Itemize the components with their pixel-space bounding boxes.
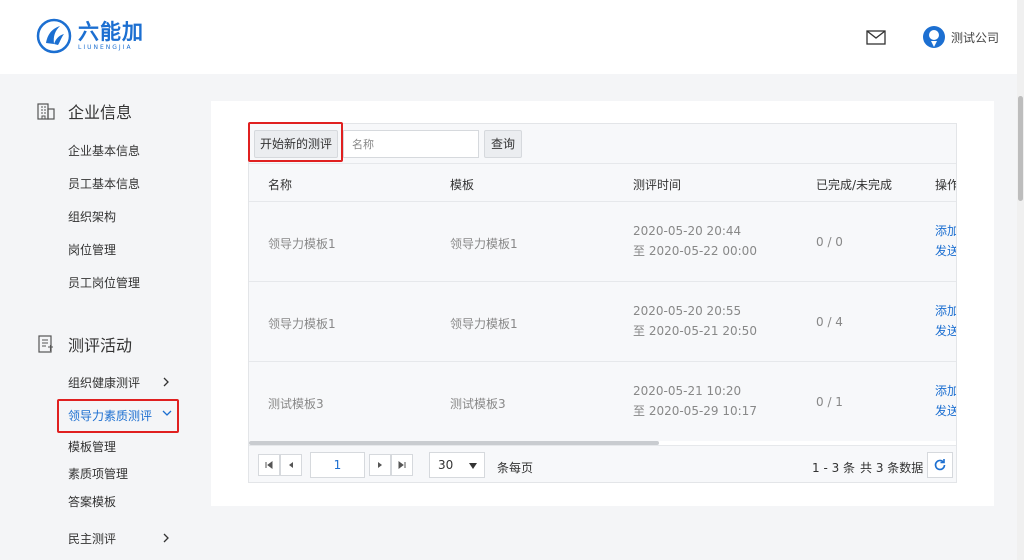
cell-template: 测试模板3 (450, 397, 506, 411)
chevron-right-icon[interactable] (162, 377, 170, 387)
sidebar-item-employee-info[interactable]: 员工基本信息 (68, 175, 140, 192)
vertical-scrollbar[interactable] (1017, 0, 1024, 560)
time-end: 至 2020-05-29 10:17 (633, 404, 757, 418)
time-start: 2020-05-21 10:20 (633, 384, 742, 398)
avatar-icon[interactable] (922, 25, 946, 49)
cell-actions: 添加 发送 (935, 301, 956, 341)
table-row: 领导力模板1 领导力模板1 2020-05-20 20:44 至 2020-05… (249, 202, 956, 282)
prev-page-button[interactable] (280, 454, 302, 476)
scrollbar-thumb[interactable] (1018, 96, 1023, 201)
sidebar-subitem-competencies[interactable]: 素质项管理 (68, 465, 128, 482)
pagination-bar: 30 条每页 1 - 3 条 共 3 条数据 (249, 445, 956, 482)
sidebar-section-assessment: 测评活动 (36, 332, 132, 356)
column-header-template: 模板 (450, 178, 475, 192)
sidebar-section-title: 企业信息 (68, 103, 133, 122)
column-header-name: 名称 (268, 178, 293, 192)
column-header-actions: 操作 (935, 178, 957, 192)
cell-status: 0 / 1 (816, 395, 843, 409)
cell-template: 领导力模板1 (450, 317, 518, 331)
time-start: 2020-05-20 20:44 (633, 224, 742, 238)
table-row: 测试模板3 测试模板3 2020-05-21 10:20 至 2020-05-2… (249, 362, 956, 442)
per-page-label: 条每页 (497, 461, 534, 475)
next-page-icon (378, 462, 382, 468)
sidebar-item-org-structure[interactable]: 组织架构 (68, 208, 116, 225)
sidebar-item-enterprise-info[interactable]: 企业基本信息 (68, 142, 140, 159)
next-page-button[interactable] (369, 454, 391, 476)
cell-actions: 添加 发送 (935, 381, 956, 421)
logo-subtext: LIUNENGJIA (78, 43, 133, 51)
add-link[interactable]: 添加 (935, 301, 956, 321)
add-link[interactable]: 添加 (935, 221, 956, 241)
time-end: 至 2020-05-21 20:50 (633, 324, 757, 338)
cell-time: 2020-05-20 20:55 至 2020-05-21 20:50 (633, 301, 757, 341)
table-toolbar: 开始新的测评 查询 (249, 124, 956, 164)
cell-name: 领导力模板1 (268, 317, 336, 331)
table-header: 名称 模板 测评时间 已完成/未完成 操作 (249, 164, 957, 202)
page-number-input[interactable] (310, 452, 365, 478)
mail-icon[interactable] (866, 30, 886, 45)
sidebar-subitem-templates[interactable]: 模板管理 (68, 438, 116, 455)
cell-actions: 添加 发送 (935, 221, 956, 261)
highlight-box-leadership (57, 399, 179, 433)
sidebar-item-positions[interactable]: 岗位管理 (68, 241, 116, 258)
last-page-button[interactable] (391, 454, 413, 476)
sidebar-item-employee-positions[interactable]: 员工岗位管理 (68, 274, 140, 291)
sidebar-item-org-health[interactable]: 组织健康测评 (68, 374, 140, 391)
table-row: 领导力模板1 领导力模板1 2020-05-20 20:55 至 2020-05… (249, 282, 956, 362)
company-name[interactable]: 测试公司 (951, 29, 999, 46)
highlight-box-start-button (248, 122, 343, 162)
cell-status: 0 / 4 (816, 315, 843, 329)
sidebar-subitem-answer-templates[interactable]: 答案模板 (68, 493, 116, 510)
cell-status: 0 / 0 (816, 235, 843, 249)
range-label: 1 - 3 条 (812, 461, 856, 475)
page-size-value: 30 (438, 458, 454, 472)
clipboard-icon (38, 335, 53, 353)
send-link[interactable]: 发送 (935, 401, 956, 421)
cell-template: 领导力模板1 (450, 237, 518, 251)
send-link[interactable]: 发送 (935, 241, 956, 261)
prev-page-icon (289, 462, 293, 468)
logo-text: 六能加 (78, 19, 144, 44)
time-end: 至 2020-05-22 00:00 (633, 244, 757, 258)
top-header: 六能加 LIUNENGJIA 测试公司 (0, 0, 1024, 74)
refresh-button[interactable] (927, 452, 953, 478)
assessment-table: 开始新的测评 查询 名称 模板 测评时间 已完成/未完成 操作 领导力模板1 领… (248, 123, 957, 483)
chevron-right-icon[interactable] (162, 533, 170, 543)
name-search-input[interactable] (343, 130, 479, 158)
cell-name: 领导力模板1 (268, 237, 336, 251)
first-page-button[interactable] (258, 454, 280, 476)
sidebar-section-title: 测评活动 (68, 336, 133, 355)
first-page-icon (265, 461, 273, 469)
logo-icon (36, 18, 72, 54)
cell-name: 测试模板3 (268, 397, 324, 411)
total-label: 共 3 条数据 (860, 461, 924, 475)
column-header-time: 测评时间 (633, 178, 682, 192)
cell-time: 2020-05-20 20:44 至 2020-05-22 00:00 (633, 221, 757, 261)
sidebar-section-enterprise: 企业信息 (36, 99, 132, 123)
building-icon (37, 103, 55, 120)
refresh-icon (934, 459, 946, 471)
send-link[interactable]: 发送 (935, 321, 956, 341)
sidebar-item-democratic[interactable]: 民主测评 (68, 530, 116, 547)
add-link[interactable]: 添加 (935, 381, 956, 401)
last-page-icon (398, 461, 406, 469)
logo[interactable]: 六能加 LIUNENGJIA (36, 18, 144, 54)
column-header-status: 已完成/未完成 (816, 178, 893, 192)
query-button[interactable]: 查询 (484, 130, 522, 158)
caret-down-icon (469, 463, 477, 469)
cell-time: 2020-05-21 10:20 至 2020-05-29 10:17 (633, 381, 757, 421)
time-start: 2020-05-20 20:55 (633, 304, 742, 318)
page-size-select[interactable]: 30 (429, 452, 485, 478)
